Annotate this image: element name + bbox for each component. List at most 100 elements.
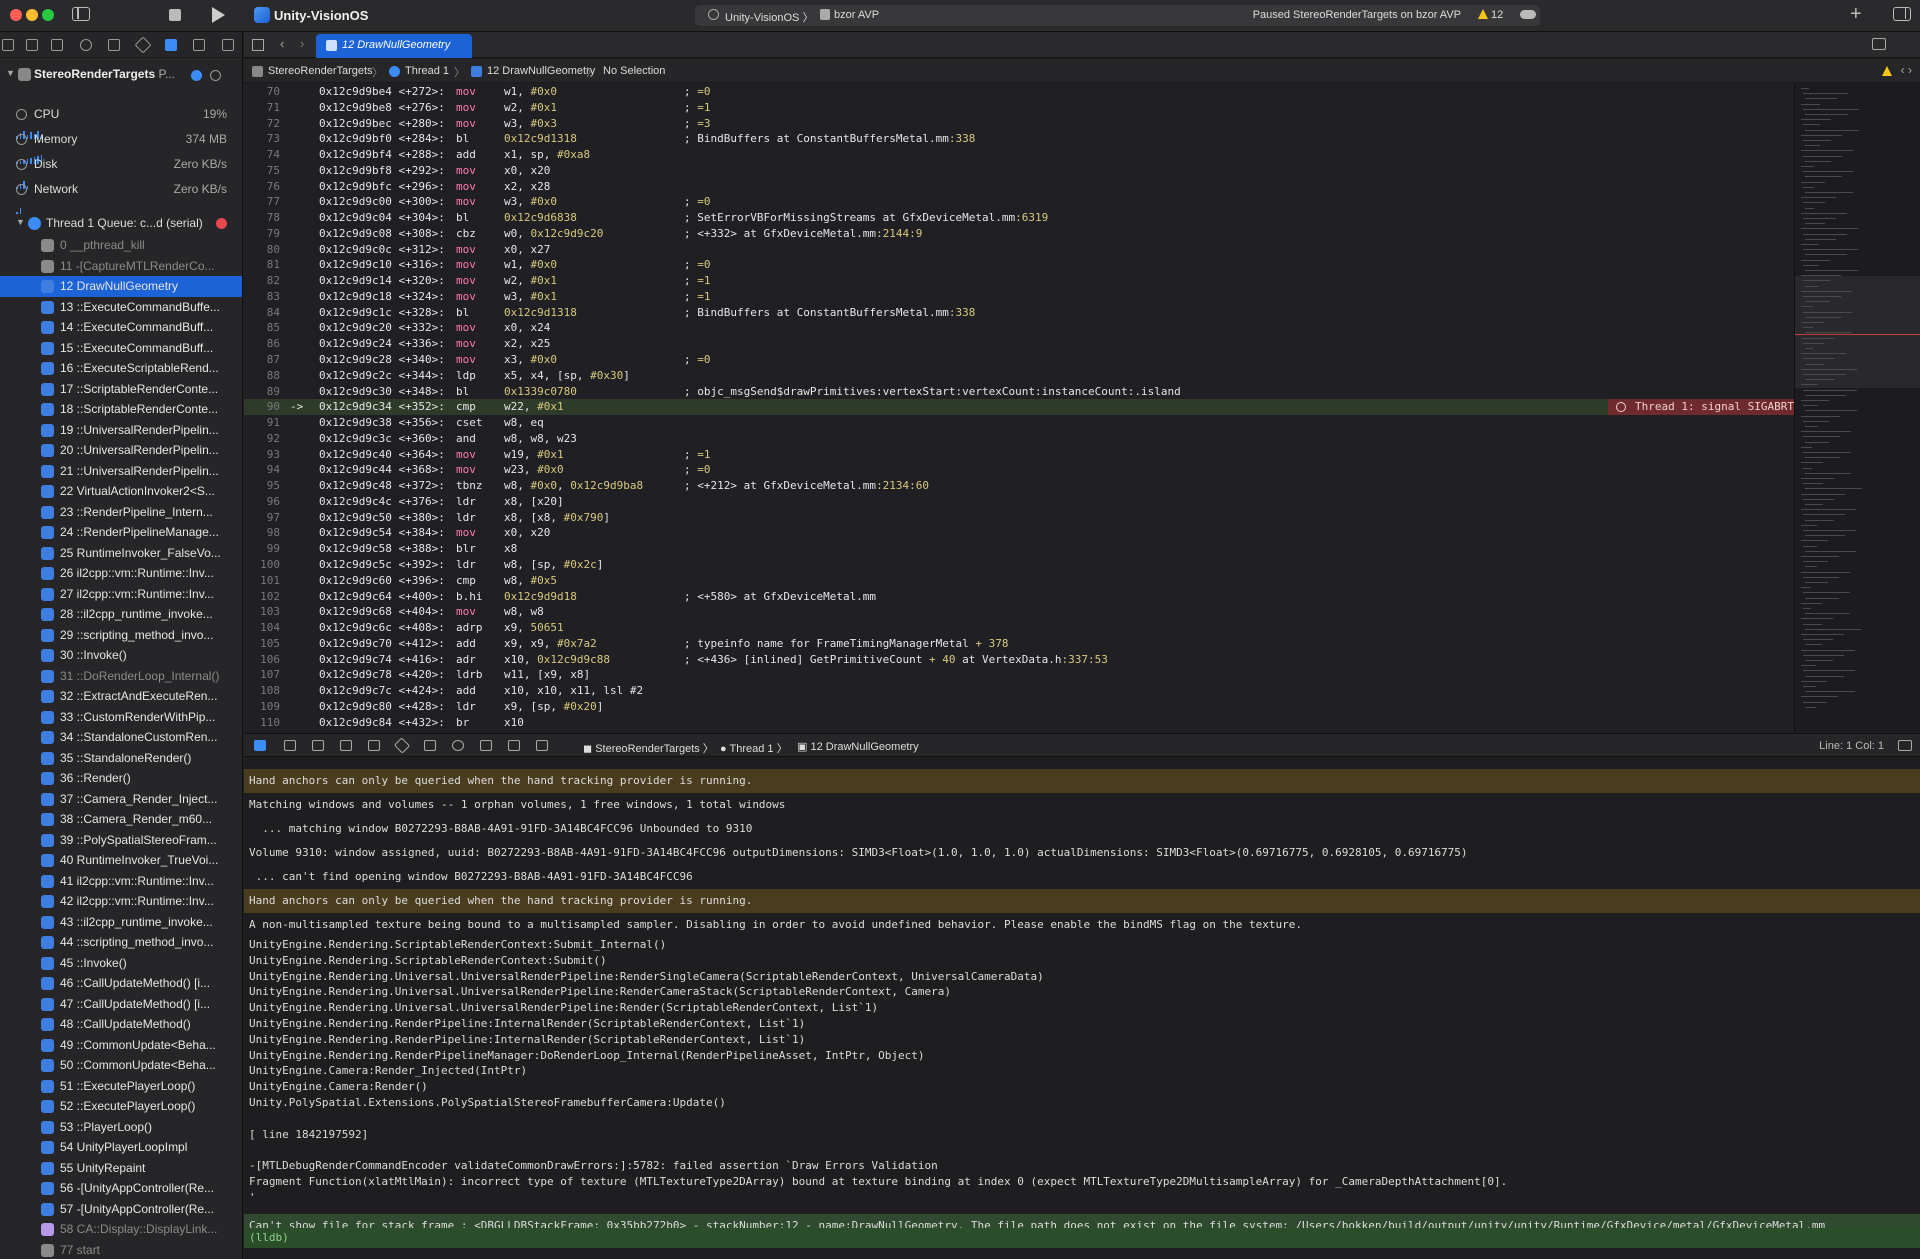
code-line[interactable]: 77 0x12c9d9c00 <+300>: mov w3, #0x0 ; =0	[244, 194, 1794, 210]
stack-frame-row[interactable]: 57 -[UnityAppController(Re...	[0, 1199, 242, 1220]
run-destination-selector[interactable]: bzor AVP	[834, 9, 879, 21]
debug-crumb-frame[interactable]: ▣ 12 DrawNullGeometry	[797, 740, 919, 753]
stack-frame-row[interactable]: 26 il2cpp::vm::Runtime::Inv...	[0, 563, 242, 584]
run-icon[interactable]	[212, 7, 225, 23]
stack-frame-row[interactable]: 55 UnityRepaint	[0, 1158, 242, 1179]
code-line[interactable]: 92 0x12c9d9c3c <+360>: and w8, w8, w23	[244, 431, 1794, 447]
code-line[interactable]: 93 0x12c9d9c40 <+364>: mov w19, #0x1 ; =1	[244, 447, 1794, 463]
code-line[interactable]: 104 0x12c9d9c6c <+408>: adrp x9, 50651	[244, 620, 1794, 636]
stack-frame-row[interactable]: 23 ::RenderPipeline_Intern...	[0, 502, 242, 523]
code-line[interactable]: 96 0x12c9d9c4c <+376>: ldr x8, [x20]	[244, 494, 1794, 510]
stack-frame-row[interactable]: 20 ::UniversalRenderPipelin...	[0, 440, 242, 461]
stop-icon[interactable]	[169, 9, 181, 21]
forward-icon[interactable]: ›	[300, 36, 304, 51]
issue-navigation-icon[interactable]: ‹ ›	[1901, 63, 1912, 77]
stack-frame-row[interactable]: 12 DrawNullGeometry	[0, 276, 242, 297]
stack-frame-row[interactable]: 54 UnityPlayerLoopImpl	[0, 1137, 242, 1158]
add-icon[interactable]: +	[1850, 3, 1862, 26]
instruments-icon[interactable]	[480, 740, 492, 751]
breakpoints-toggle-icon[interactable]	[254, 740, 266, 751]
code-line[interactable]: 76 0x12c9d9bfc <+296>: mov x2, x28	[244, 179, 1794, 195]
test-navigator-icon[interactable]	[134, 36, 152, 54]
step-over-icon[interactable]	[312, 740, 324, 751]
stack-frame-row[interactable]: 11 -[CaptureMTLRenderCo...	[0, 256, 242, 277]
code-line[interactable]: 83 0x12c9d9c18 <+324>: mov w3, #0x1 ; =1	[244, 289, 1794, 305]
step-out-icon[interactable]	[368, 740, 380, 751]
chevron-down-icon[interactable]: ▼	[16, 217, 25, 227]
thread-row[interactable]: ▼ Thread 1 Queue: c...d (serial)	[0, 214, 242, 234]
code-line[interactable]: 84 0x12c9d9c1c <+328>: bl 0x12c9d1318 ; Bind…	[244, 305, 1794, 321]
console-layout-icon[interactable]	[1898, 740, 1912, 751]
code-line[interactable]: 79 0x12c9d9c08 <+308>: cbz w0, 0x12c9d9c20;…	[244, 226, 1794, 242]
project-navigator-icon[interactable]	[2, 39, 14, 51]
stack-frame-row[interactable]: 33 ::CustomRenderWithPip...	[0, 707, 242, 728]
code-line[interactable]: 103 0x12c9d9c68 <+404>: mov w8, w8	[244, 604, 1794, 620]
zoom-window-button[interactable]	[42, 9, 54, 21]
continue-icon[interactable]	[284, 740, 296, 751]
environment-overrides-icon[interactable]	[452, 740, 464, 751]
signal-annotation[interactable]: Thread 1: signal SIGABRT	[1608, 399, 1794, 416]
debug-crumb-thread[interactable]: ● Thread 1 〉	[720, 740, 788, 756]
code-line[interactable]: 94 0x12c9d9c44 <+368>: mov w23, #0x0 ; =0	[244, 462, 1794, 478]
stack-frame-row[interactable]: 38 ::Camera_Render_m60...	[0, 809, 242, 830]
code-line[interactable]: 100 0x12c9d9c5c <+392>: ldr w8, [sp, #0x2c]	[244, 557, 1794, 573]
find-navigator-icon[interactable]	[80, 39, 92, 51]
stack-frame-row[interactable]: 77 start	[0, 1240, 242, 1259]
warning-icon[interactable]	[1882, 66, 1892, 76]
code-line[interactable]: 72 0x12c9d9bec <+280>: mov w3, #0x3 ; =3	[244, 116, 1794, 132]
jumpbar-frame[interactable]: 12 DrawNullGeometry	[487, 65, 595, 77]
tab-drawnullgeometry[interactable]: 12 DrawNullGeometry	[316, 34, 472, 58]
code-line[interactable]: 102 0x12c9d9c64 <+400>: b.hi 0x12c9d9d18 ; <…	[244, 589, 1794, 605]
stack-frame-row[interactable]: 24 ::RenderPipelineManage...	[0, 522, 242, 543]
disassembly-view[interactable]: 70 0x12c9d9be4 <+272>: mov w1, #0x0 ; =0 71 0x…	[244, 84, 1794, 732]
stack-frame-row[interactable]: 35 ::StandaloneRender()	[0, 748, 242, 769]
stack-frame-row[interactable]: 22 VirtualActionInvoker2<S...	[0, 481, 242, 502]
warning-icon[interactable]	[1478, 9, 1488, 19]
process-options-icon[interactable]	[210, 70, 221, 81]
debug-navigator-icon[interactable]	[165, 39, 177, 51]
stack-frame-row[interactable]: 14 ::ExecuteCommandBuff...	[0, 317, 242, 338]
stack-frame-row[interactable]: 45 ::Invoke()	[0, 953, 242, 974]
stack-frame-row[interactable]: 56 -[UnityAppController(Re...	[0, 1178, 242, 1199]
sidebar-toggle-icon[interactable]	[72, 7, 90, 21]
location-icon[interactable]	[508, 740, 520, 751]
code-line[interactable]: 74 0x12c9d9bf4 <+288>: add x1, sp, #0xa8	[244, 147, 1794, 163]
code-line[interactable]: 90 -> 0x12c9d9c34 <+352>: cmp w22, #0x1 Threa…	[244, 399, 1794, 416]
stack-frame-row[interactable]: 19 ::UniversalRenderPipelin...	[0, 420, 242, 441]
debug-view-hierarchy-icon[interactable]	[393, 737, 411, 754]
stack-frame-row[interactable]: 51 ::ExecutePlayerLoop()	[0, 1076, 242, 1097]
stack-frame-row[interactable]: 34 ::StandaloneCustomRen...	[0, 727, 242, 748]
metal-capture-icon[interactable]	[536, 740, 548, 751]
bookmark-navigator-icon[interactable]	[51, 39, 63, 51]
process-status-icon[interactable]	[191, 70, 202, 81]
breakpoint-navigator-icon[interactable]	[193, 39, 205, 51]
code-line[interactable]: 108 0x12c9d9c7c <+424>: add x10, x10, x11, …	[244, 683, 1794, 699]
code-line[interactable]: 106 0x12c9d9c74 <+416>: adr x10, 0x12c9d9c8…	[244, 652, 1794, 668]
stack-frame-row[interactable]: 15 ::ExecuteCommandBuff...	[0, 338, 242, 359]
jumpbar-thread[interactable]: Thread 1	[405, 65, 449, 77]
code-line[interactable]: 91 0x12c9d9c38 <+356>: cset w8, eq	[244, 415, 1794, 431]
stack-frame-row[interactable]: 46 ::CallUpdateMethod() [i...	[0, 973, 242, 994]
code-line[interactable]: 107 0x12c9d9c78 <+420>: ldrb w11, [x9, x8]	[244, 667, 1794, 683]
code-line[interactable]: 70 0x12c9d9be4 <+272>: mov w1, #0x0 ; =0	[244, 84, 1794, 100]
stack-frame-row[interactable]: 47 ::CallUpdateMethod() [i...	[0, 994, 242, 1015]
stack-frame-row[interactable]: 48 ::CallUpdateMethod()	[0, 1014, 242, 1035]
stack-frame-row[interactable]: 29 ::scripting_method_invo...	[0, 625, 242, 646]
editor-options-icon[interactable]	[1872, 38, 1886, 50]
code-line[interactable]: 82 0x12c9d9c14 <+320>: mov w2, #0x1 ; =1	[244, 273, 1794, 289]
code-line[interactable]: 105 0x12c9d9c70 <+412>: add x9, x9, #0x7a2;…	[244, 636, 1794, 652]
stack-frame-row[interactable]: 37 ::Camera_Render_Inject...	[0, 789, 242, 810]
stack-frame-row[interactable]: 27 il2cpp::vm::Runtime::Inv...	[0, 584, 242, 605]
code-line[interactable]: 88 0x12c9d9c2c <+344>: ldp x5, x4, [sp, #0x…	[244, 368, 1794, 384]
debug-console[interactable]: Hand anchors can only be queried when th…	[244, 758, 1920, 1259]
code-line[interactable]: 109 0x12c9d9c80 <+428>: ldr x9, [sp, #0x20]	[244, 699, 1794, 715]
code-line[interactable]: 75 0x12c9d9bf8 <+292>: mov x0, x20	[244, 163, 1794, 179]
related-items-icon[interactable]	[252, 39, 264, 51]
jumpbar-selection[interactable]: No Selection	[603, 65, 665, 77]
code-line[interactable]: 97 0x12c9d9c50 <+380>: ldr x8, [x8, #0x790]	[244, 510, 1794, 526]
code-line[interactable]: 95 0x12c9d9c48 <+372>: tbnz w8, #0x0, 0x12c…	[244, 478, 1794, 494]
code-line[interactable]: 80 0x12c9d9c0c <+312>: mov x0, x27	[244, 242, 1794, 258]
process-row[interactable]: ▼ StereoRenderTargets P...	[0, 66, 242, 86]
scheme-selector[interactable]: Unity-VisionOS 〉	[725, 9, 813, 25]
close-window-button[interactable]	[10, 9, 22, 21]
